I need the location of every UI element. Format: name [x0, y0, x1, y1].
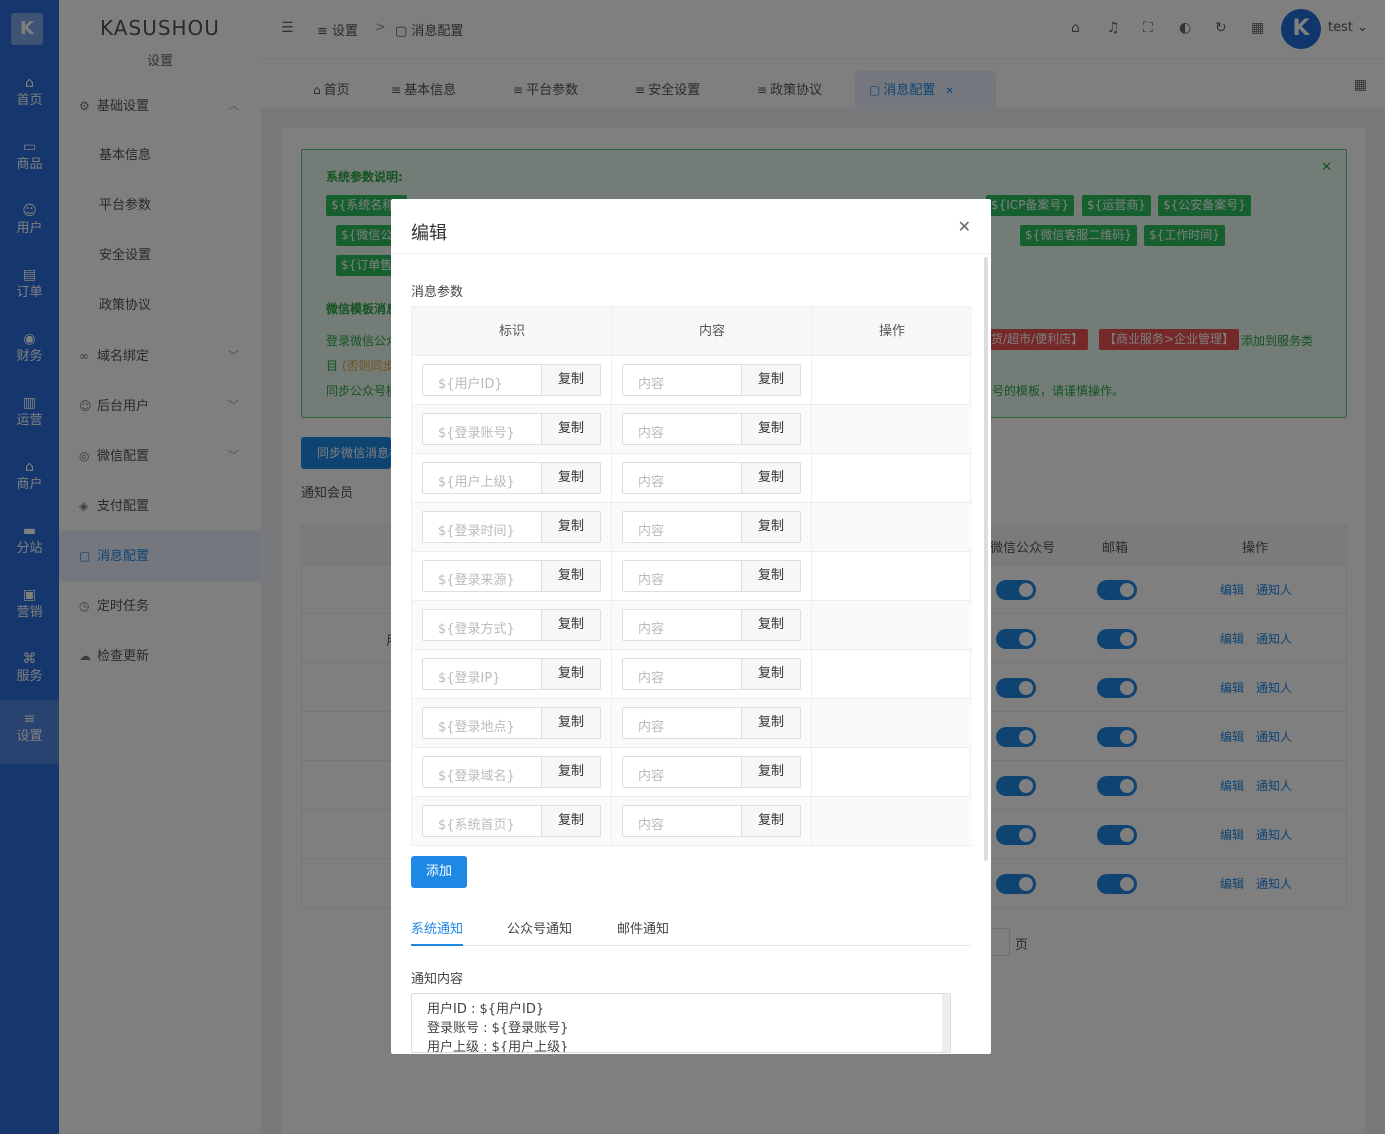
param-row: ${登录IP} 复制 内容 复制: [412, 650, 972, 699]
content-placeholder: 内容: [638, 671, 665, 686]
modal-scrollbar[interactable]: [984, 257, 988, 861]
copy-button[interactable]: 复制: [741, 414, 800, 444]
identifier-input[interactable]: ${登录地点} 复制: [422, 707, 601, 739]
copy-button[interactable]: 复制: [541, 659, 600, 689]
edit-modal: 编辑 ✕ 消息参数 标识 内容 操作 ${用户ID} 复制 内容 复制 ${登录账号} 复…: [391, 199, 991, 1054]
modal-body: 消息参数 标识 内容 操作 ${用户ID} 复制 内容 复制 ${登录账号} 复制 内容 复制…: [391, 254, 991, 1054]
identifier-input[interactable]: ${用户ID} 复制: [422, 364, 601, 396]
content-placeholder: 内容: [638, 524, 665, 539]
params-table: 标识 内容 操作 ${用户ID} 复制 内容 复制 ${登录账号} 复制 内容 复制 ${用户上…: [411, 306, 972, 847]
notify-tabs: 系统通知 公众号通知 邮件通知: [411, 914, 971, 946]
modal-title: 编辑: [411, 223, 447, 244]
tab-system-notify[interactable]: 系统通知: [411, 918, 464, 946]
content-placeholder: 内容: [638, 377, 665, 392]
identifier-value: ${登录域名}: [438, 769, 515, 784]
identifier-value: ${登录账号}: [438, 426, 515, 441]
copy-button[interactable]: 复制: [541, 806, 600, 836]
content-placeholder: 内容: [638, 573, 665, 588]
col-content: 内容: [612, 307, 812, 356]
copy-button[interactable]: 复制: [541, 365, 600, 395]
col-operation: 操作: [812, 307, 972, 356]
identifier-input[interactable]: ${登录IP} 复制: [422, 658, 601, 690]
param-row: ${登录域名} 复制 内容 复制: [412, 748, 972, 797]
param-row: ${登录账号} 复制 内容 复制: [412, 405, 972, 454]
identifier-input[interactable]: ${登录来源} 复制: [422, 560, 601, 592]
content-input[interactable]: 内容 复制: [622, 609, 801, 641]
identifier-value: ${登录时间}: [438, 524, 515, 539]
copy-button[interactable]: 复制: [541, 708, 600, 738]
param-row: ${用户ID} 复制 内容 复制: [412, 356, 972, 405]
identifier-input[interactable]: ${登录域名} 复制: [422, 756, 601, 788]
copy-button[interactable]: 复制: [541, 757, 600, 787]
content-input[interactable]: 内容 复制: [622, 805, 801, 837]
identifier-input[interactable]: ${登录时间} 复制: [422, 511, 601, 543]
notify-line: 用户ID : ${用户ID}: [427, 1002, 545, 1017]
content-input[interactable]: 内容 复制: [622, 462, 801, 494]
textarea-scrollbar[interactable]: [942, 994, 950, 1052]
param-row: ${登录来源} 复制 内容 复制: [412, 552, 972, 601]
copy-button[interactable]: 复制: [541, 512, 600, 542]
content-input[interactable]: 内容 复制: [622, 756, 801, 788]
identifier-value: ${用户上级}: [438, 475, 515, 490]
tab-wechat-notify[interactable]: 公众号通知: [507, 918, 572, 946]
identifier-input[interactable]: ${系统首页} 复制: [422, 805, 601, 837]
tab-email-notify[interactable]: 邮件通知: [617, 918, 669, 946]
content-input[interactable]: 内容 复制: [622, 511, 801, 543]
content-input[interactable]: 内容 复制: [622, 707, 801, 739]
notify-line: 用户上级 : ${用户上级}: [427, 1040, 569, 1053]
copy-button[interactable]: 复制: [741, 757, 800, 787]
content-placeholder: 内容: [638, 622, 665, 637]
column-divider: [611, 307, 612, 847]
content-input[interactable]: 内容 复制: [622, 560, 801, 592]
identifier-value: ${登录IP}: [438, 671, 501, 686]
close-icon[interactable]: ✕: [958, 217, 971, 236]
content-input[interactable]: 内容 复制: [622, 658, 801, 690]
copy-button[interactable]: 复制: [741, 561, 800, 591]
content-placeholder: 内容: [638, 818, 665, 833]
identifier-value: ${登录地点}: [438, 720, 515, 735]
copy-button[interactable]: 复制: [741, 365, 800, 395]
param-row: ${系统首页} 复制 内容 复制: [412, 797, 972, 846]
identifier-input[interactable]: ${登录方式} 复制: [422, 609, 601, 641]
col-identifier: 标识: [412, 307, 612, 356]
content-placeholder: 内容: [638, 769, 665, 784]
notify-content-label: 通知内容: [411, 972, 464, 987]
identifier-value: ${登录方式}: [438, 622, 515, 637]
copy-button[interactable]: 复制: [741, 512, 800, 542]
column-divider: [811, 307, 812, 847]
param-row: ${登录方式} 复制 内容 复制: [412, 601, 972, 650]
copy-button[interactable]: 复制: [741, 806, 800, 836]
copy-button[interactable]: 复制: [741, 708, 800, 738]
copy-button[interactable]: 复制: [541, 610, 600, 640]
copy-button[interactable]: 复制: [741, 463, 800, 493]
content-placeholder: 内容: [638, 475, 665, 490]
identifier-value: ${系统首页}: [438, 818, 515, 833]
param-row: ${登录时间} 复制 内容 复制: [412, 503, 972, 552]
notify-content-textarea[interactable]: 用户ID : ${用户ID} 登录账号 : ${登录账号} 用户上级 : ${用…: [411, 993, 951, 1053]
add-param-button[interactable]: 添加: [411, 856, 467, 888]
params-section-label: 消息参数: [411, 285, 464, 300]
copy-button[interactable]: 复制: [741, 659, 800, 689]
content-input[interactable]: 内容 复制: [622, 413, 801, 445]
copy-button[interactable]: 复制: [541, 463, 600, 493]
copy-button[interactable]: 复制: [541, 561, 600, 591]
content-input[interactable]: 内容 复制: [622, 364, 801, 396]
modal-header: 编辑 ✕: [391, 199, 991, 254]
content-placeholder: 内容: [638, 720, 665, 735]
param-row: ${登录地点} 复制 内容 复制: [412, 699, 972, 748]
param-row: ${用户上级} 复制 内容 复制: [412, 454, 972, 503]
identifier-input[interactable]: ${登录账号} 复制: [422, 413, 601, 445]
identifier-value: ${登录来源}: [438, 573, 515, 588]
notify-line: 登录账号 : ${登录账号}: [427, 1021, 569, 1036]
copy-button[interactable]: 复制: [541, 414, 600, 444]
copy-button[interactable]: 复制: [741, 610, 800, 640]
identifier-input[interactable]: ${用户上级} 复制: [422, 462, 601, 494]
content-placeholder: 内容: [638, 426, 665, 441]
identifier-value: ${用户ID}: [438, 377, 503, 392]
